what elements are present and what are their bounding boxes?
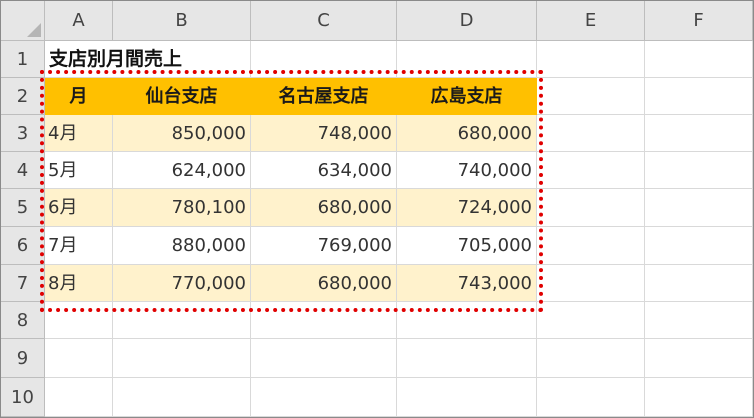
sales-cell[interactable]: 740,000	[397, 152, 537, 189]
cell-F1[interactable]	[645, 41, 753, 78]
column-header-F[interactable]: F	[645, 1, 753, 41]
cell-E4[interactable]	[537, 152, 645, 189]
cell-F9[interactable]	[645, 339, 753, 378]
row-header-3[interactable]: 3	[1, 115, 45, 152]
cell-C8[interactable]	[251, 302, 397, 339]
cell-E6[interactable]	[537, 227, 645, 265]
cell-C1[interactable]	[251, 41, 397, 78]
cell-A10[interactable]	[45, 378, 113, 417]
sales-cell[interactable]: 680,000	[251, 265, 397, 302]
cell-E7[interactable]	[537, 265, 645, 302]
row-header-6[interactable]: 6	[1, 227, 45, 265]
row-header-10[interactable]: 10	[1, 378, 45, 417]
sales-cell[interactable]: 780,100	[113, 189, 251, 227]
sales-cell[interactable]: 624,000	[113, 152, 251, 189]
cell-D10[interactable]	[397, 378, 537, 417]
column-header-E[interactable]: E	[537, 1, 645, 41]
sales-cell[interactable]: 724,000	[397, 189, 537, 227]
cell-E10[interactable]	[537, 378, 645, 417]
table-header-cell[interactable]: 月	[45, 78, 113, 115]
sales-cell[interactable]: 705,000	[397, 227, 537, 265]
sales-cell[interactable]: 743,000	[397, 265, 537, 302]
cell-D9[interactable]	[397, 339, 537, 378]
select-all-corner[interactable]	[1, 1, 45, 41]
month-cell[interactable]: 5月	[45, 152, 113, 189]
row-header-2[interactable]: 2	[1, 78, 45, 115]
month-cell[interactable]: 6月	[45, 189, 113, 227]
cell-E5[interactable]	[537, 189, 645, 227]
month-cell[interactable]: 7月	[45, 227, 113, 265]
month-cell[interactable]: 4月	[45, 115, 113, 152]
row-header-8[interactable]: 8	[1, 302, 45, 339]
cell-E1[interactable]	[537, 41, 645, 78]
month-cell[interactable]: 8月	[45, 265, 113, 302]
table-header-cell[interactable]: 仙台支店	[113, 78, 251, 115]
cell-A8[interactable]	[45, 302, 113, 339]
sales-cell[interactable]: 748,000	[251, 115, 397, 152]
cell-B1[interactable]	[113, 41, 251, 78]
sales-cell[interactable]: 850,000	[113, 115, 251, 152]
cell-F2[interactable]	[645, 78, 753, 115]
sheet-title-cell[interactable]: 支店別月間売上	[45, 41, 182, 78]
cell-C9[interactable]	[251, 339, 397, 378]
column-header-D[interactable]: D	[397, 1, 537, 41]
cell-D8[interactable]	[397, 302, 537, 339]
cell-B9[interactable]	[113, 339, 251, 378]
cell-B10[interactable]	[113, 378, 251, 417]
table-header-cell[interactable]: 広島支店	[397, 78, 537, 115]
row-header-5[interactable]: 5	[1, 189, 45, 227]
column-header-C[interactable]: C	[251, 1, 397, 41]
cell-F4[interactable]	[645, 152, 753, 189]
column-header-A[interactable]: A	[45, 1, 113, 41]
row-header-1[interactable]: 1	[1, 41, 45, 78]
row-header-9[interactable]: 9	[1, 339, 45, 378]
sales-cell[interactable]: 680,000	[251, 189, 397, 227]
cell-F5[interactable]	[645, 189, 753, 227]
row-header-4[interactable]: 4	[1, 152, 45, 189]
cell-E9[interactable]	[537, 339, 645, 378]
sales-cell[interactable]: 634,000	[251, 152, 397, 189]
select-all-triangle-icon	[27, 23, 41, 37]
cell-E3[interactable]	[537, 115, 645, 152]
cell-F3[interactable]	[645, 115, 753, 152]
cell-E2[interactable]	[537, 78, 645, 115]
cell-C10[interactable]	[251, 378, 397, 417]
cell-F7[interactable]	[645, 265, 753, 302]
cell-F10[interactable]	[645, 378, 753, 417]
cell-F8[interactable]	[645, 302, 753, 339]
sales-cell[interactable]: 770,000	[113, 265, 251, 302]
cell-F6[interactable]	[645, 227, 753, 265]
table-header-cell[interactable]: 名古屋支店	[251, 78, 397, 115]
sales-cell[interactable]: 769,000	[251, 227, 397, 265]
sales-cell[interactable]: 680,000	[397, 115, 537, 152]
sales-cell[interactable]: 880,000	[113, 227, 251, 265]
cell-B8[interactable]	[113, 302, 251, 339]
row-header-7[interactable]: 7	[1, 265, 45, 302]
cell-E8[interactable]	[537, 302, 645, 339]
cell-A9[interactable]	[45, 339, 113, 378]
column-header-B[interactable]: B	[113, 1, 251, 41]
cell-D1[interactable]	[397, 41, 537, 78]
